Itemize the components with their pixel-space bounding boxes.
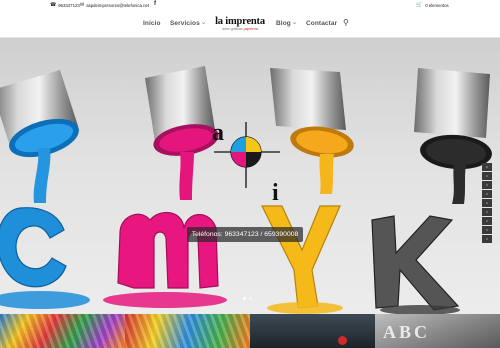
cart-icon: 🛒 [416, 2, 423, 8]
logo-subtitle-prefix: artes gráficas [222, 27, 243, 31]
social-rail: • • • • • • • • • [482, 163, 492, 243]
nav-item-contactar[interactable]: Contactar [306, 20, 337, 27]
nav-item-label: Blog [276, 20, 291, 27]
letterpress-thumbnail[interactable]: ABC [375, 314, 500, 348]
share-icon[interactable]: • [482, 172, 492, 180]
hero-image: a i [0, 66, 492, 314]
paint-can-black [414, 68, 492, 170]
nav-item-servicios[interactable]: Servicios ⌵ [170, 20, 205, 27]
slider-dot[interactable] [249, 297, 252, 300]
share-icon[interactable]: • [482, 181, 492, 189]
top-bar: ☎ 963347123 ✉ aspdeimpresores@telefonica… [0, 0, 500, 11]
share-icon[interactable]: • [482, 226, 492, 234]
nav-item-blog[interactable]: Blog ⌵ [276, 20, 296, 27]
logo-letter-i: i [272, 180, 279, 206]
nav-item-label: Contactar [306, 20, 338, 27]
nav-item-inicio[interactable]: Inicio [143, 20, 161, 27]
site-logo[interactable]: la imprenta artes gráficas papelería [212, 16, 268, 31]
share-icon[interactable]: • [482, 190, 492, 198]
thumbnail-strip: ABC [0, 314, 500, 348]
nav-item-label: Servicios [170, 20, 200, 27]
nav-item-label: Inicio [143, 20, 161, 27]
share-icon[interactable]: • [482, 235, 492, 243]
topbar-phone[interactable]: ☎ 963347123 [50, 2, 80, 9]
topbar-email[interactable]: ✉ aspdeimpresores@telefonica.net [80, 2, 150, 9]
share-icon[interactable]: • [482, 163, 492, 171]
share-icon[interactable]: • [482, 208, 492, 216]
phone-icon: ☎ [50, 2, 57, 8]
paint-can-magenta [145, 66, 219, 156]
hero-caption: Teléfonos: 963347123 / 659390008 [187, 227, 303, 242]
logo-letter-a: a [212, 120, 224, 146]
slider-dots [243, 297, 252, 300]
cart-text: 0 elementos [425, 3, 449, 8]
email-text: aspdeimpresores@telefonica.net [86, 3, 150, 8]
mail-icon: ✉ [80, 2, 85, 8]
share-icon[interactable]: • [482, 217, 492, 225]
colored-pencils-thumbnail[interactable] [0, 314, 125, 348]
apple-icon [338, 336, 347, 345]
stationery-thumbnail[interactable] [125, 314, 250, 348]
share-icon[interactable]: • [482, 199, 492, 207]
logo-title: la imprenta [215, 16, 265, 27]
chalkboard-thumbnail[interactable] [250, 314, 375, 348]
main-navigation: Inicio Servicios ⌵ la imprenta artes gráf… [0, 11, 500, 38]
hero-slider: a i • • • • • • • • • [0, 38, 500, 314]
chevron-down-icon: ⌵ [201, 20, 206, 25]
cart-link[interactable]: 🛒 0 elementos [416, 2, 449, 9]
letterpress-letters: ABC [383, 322, 431, 342]
phone-text: 963347123 [58, 3, 80, 8]
logo-subtitle: artes gráficas papelería [212, 27, 268, 31]
search-icon[interactable]: ⚲ [343, 18, 349, 27]
slider-dot[interactable] [243, 297, 246, 300]
logo-subtitle-highlight: papelería [243, 27, 258, 31]
chevron-down-icon: ⌵ [292, 20, 297, 25]
aspa-logo: a i [212, 120, 280, 206]
paint-can-yellow [270, 68, 354, 158]
facebook-icon[interactable]: f [154, 1, 156, 7]
